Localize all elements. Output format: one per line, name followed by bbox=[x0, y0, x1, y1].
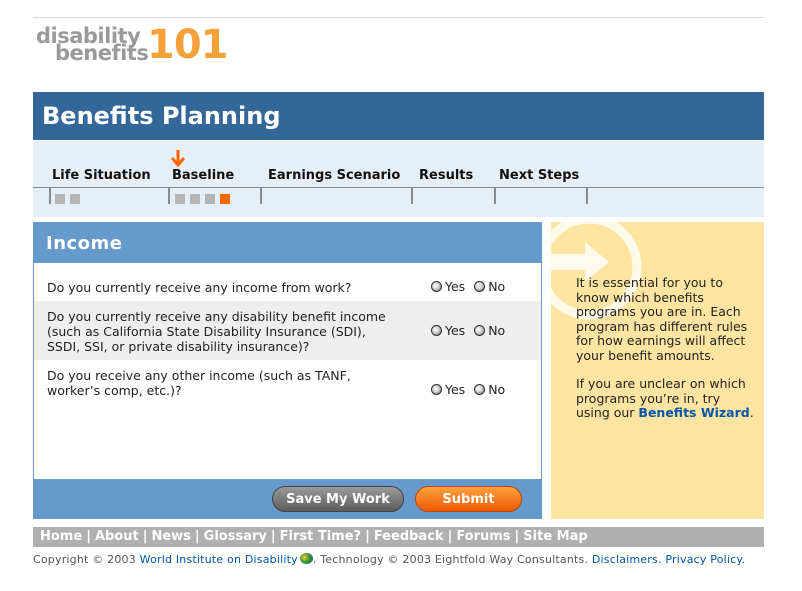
income-panel-footer: Save My Work Submit bbox=[34, 479, 541, 518]
question-text: Do you currently receive any income from… bbox=[47, 280, 352, 295]
page-title: Benefits Planning bbox=[42, 102, 281, 130]
privacy-policy-link[interactable]: Privacy Policy. bbox=[665, 553, 745, 566]
save-my-work-button[interactable]: Save My Work bbox=[272, 486, 404, 512]
nav-first-time-link[interactable]: First Time? bbox=[280, 529, 361, 544]
radio-yes-label[interactable]: Yes bbox=[445, 323, 465, 338]
question-text: Do you currently receive any disability … bbox=[47, 309, 386, 354]
step-baseline: Baseline bbox=[172, 168, 235, 183]
step-tick bbox=[260, 187, 262, 204]
benefits-wizard-link[interactable]: Benefits Wizard bbox=[638, 405, 749, 420]
page-title-bar: Benefits Planning bbox=[33, 92, 764, 140]
nav-separator: | bbox=[270, 529, 276, 544]
step-tick bbox=[168, 187, 170, 204]
nav-forums-link[interactable]: Forums bbox=[456, 529, 510, 544]
steps-baseline bbox=[33, 187, 764, 188]
progress-square bbox=[175, 194, 185, 204]
question-row: Do you currently receive any disability … bbox=[34, 301, 541, 360]
footer-nav: Home | About | News | Glossary | First Time? | Fee… bbox=[33, 527, 764, 547]
nav-separator: | bbox=[86, 529, 91, 544]
nav-glossary-link[interactable]: Glossary bbox=[204, 529, 267, 544]
copyright-text: Copyright © 2003 bbox=[33, 553, 136, 566]
step-next-steps: Next Steps bbox=[499, 168, 580, 183]
copyright-line: Copyright © 2003 World Institute on Disa… bbox=[33, 553, 773, 566]
nav-separator: | bbox=[447, 529, 453, 544]
nav-home-link[interactable]: Home bbox=[40, 529, 82, 544]
step-tick bbox=[586, 187, 588, 204]
top-divider bbox=[33, 17, 764, 18]
radio-yes[interactable] bbox=[431, 384, 442, 395]
answer-options: Yes No bbox=[431, 279, 514, 294]
step-tick bbox=[494, 187, 496, 204]
world-institute-link[interactable]: World Institute on Disability bbox=[140, 553, 298, 566]
income-heading: Income bbox=[46, 233, 123, 254]
step-life-situation: Life Situation bbox=[52, 168, 151, 183]
radio-yes[interactable] bbox=[431, 281, 442, 292]
question-text: Do you receive any other income (such as… bbox=[47, 368, 351, 398]
nav-news-link[interactable]: News bbox=[151, 529, 190, 544]
logo-number: 101 bbox=[147, 22, 228, 68]
radio-yes-label[interactable]: Yes bbox=[445, 382, 465, 397]
progress-square bbox=[205, 194, 215, 204]
answer-options: Yes No bbox=[431, 323, 514, 338]
progress-square bbox=[55, 194, 65, 204]
globe-icon bbox=[299, 553, 313, 564]
radio-no[interactable] bbox=[474, 384, 486, 395]
current-step-arrow-icon bbox=[171, 150, 185, 168]
benefits-info-note: It is essential for you to know which be… bbox=[551, 222, 764, 519]
radio-yes-label[interactable]: Yes bbox=[445, 279, 465, 294]
disclaimers-link[interactable]: Disclaimers. bbox=[592, 553, 662, 566]
step-tick bbox=[411, 187, 413, 204]
nav-separator: | bbox=[365, 529, 370, 544]
step-results: Results bbox=[419, 168, 474, 183]
radio-no-label[interactable]: No bbox=[488, 279, 505, 294]
nav-site-map-link[interactable]: Site Map bbox=[523, 529, 587, 544]
nav-separator: | bbox=[514, 529, 520, 544]
progress-square-current bbox=[220, 194, 230, 204]
income-panel: Income Do you currently receive any inco… bbox=[33, 222, 542, 519]
info-text-suffix: . bbox=[749, 405, 754, 420]
info-paragraph: It is essential for you to know which be… bbox=[576, 275, 748, 363]
radio-no-label[interactable]: No bbox=[488, 382, 505, 397]
progress-square bbox=[190, 194, 200, 204]
progress-square bbox=[70, 194, 80, 204]
step-tick bbox=[49, 187, 51, 204]
footer-nav-items: Home | About | News | Glossary | First Time? | Fee… bbox=[40, 529, 588, 544]
radio-yes[interactable] bbox=[431, 325, 442, 336]
nav-separator: | bbox=[142, 529, 148, 544]
nav-separator: | bbox=[194, 529, 200, 544]
income-panel-header: Income bbox=[34, 223, 541, 263]
info-paragraph: If you are unclear on which programs you… bbox=[576, 376, 756, 421]
step-earnings-scenario: Earnings Scenario bbox=[268, 168, 401, 183]
disability-benefits-101-logo[interactable]: disability benefits 101 bbox=[36, 24, 236, 70]
question-row: Do you receive any other income (such as… bbox=[34, 360, 541, 410]
question-row: Do you currently receive any income from… bbox=[34, 263, 541, 301]
progress-steps: Life Situation Baseline Earnings Scenari… bbox=[33, 141, 764, 217]
logo-word-benefits: benefits bbox=[55, 41, 149, 65]
info-text: It is essential for you to know which be… bbox=[576, 275, 756, 435]
nav-about-link[interactable]: About bbox=[95, 529, 139, 544]
technology-credit: . Technology © 2003 Eightfold Way Consul… bbox=[312, 553, 589, 566]
nav-feedback-link[interactable]: Feedback bbox=[374, 529, 444, 544]
submit-button[interactable]: Submit bbox=[415, 486, 522, 512]
answer-options: Yes No bbox=[431, 382, 514, 397]
radio-no[interactable] bbox=[474, 281, 486, 292]
radio-no[interactable] bbox=[474, 325, 486, 336]
radio-no-label[interactable]: No bbox=[488, 323, 505, 338]
